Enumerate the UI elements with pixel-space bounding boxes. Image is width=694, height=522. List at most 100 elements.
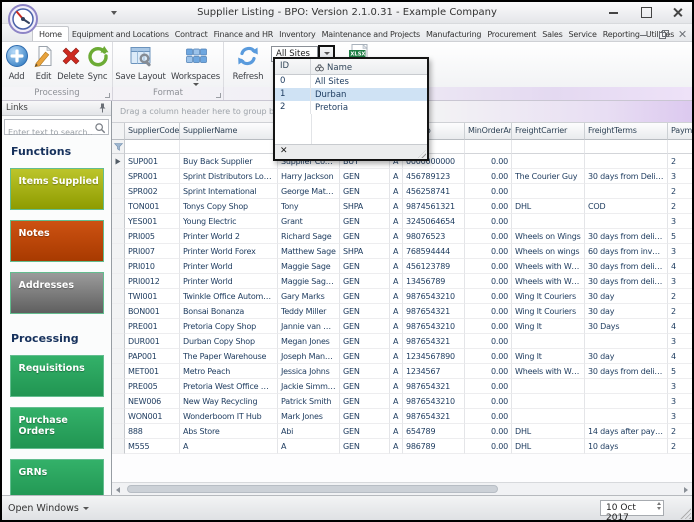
site-option-all-sites[interactable]: 0All Sites [275,75,427,88]
grid-cell: A [390,169,403,184]
site-option-durban[interactable]: 1Durban [275,88,427,101]
table-row[interactable]: DUR001Durban Copy ShopMegan JonesGENA987… [112,334,692,349]
grid-cell: Young Electric [180,214,278,229]
grid-cell: A [390,319,403,334]
column-header-suppliercode[interactable]: SupplierCode [125,123,180,140]
table-row[interactable]: PRE005Pretoria West Office Auto...Jackie… [112,379,692,394]
tab-inventory[interactable]: Inventory [276,27,318,41]
grid-cell: 987654321 [403,334,465,349]
site-option-name: Pretoria [311,101,427,114]
sync-button[interactable]: Sync [84,42,111,87]
column-header-minorderamt[interactable]: MinOrderAmt [465,123,512,140]
row-indicator [112,409,125,424]
table-row[interactable]: YES001Young ElectricGrantGENA32450646540… [112,214,692,229]
grid-cell: Teddy Miller [278,304,340,319]
search-input[interactable] [5,126,108,140]
sidebar-button-notes[interactable]: Notes [10,220,104,262]
tab-reporting[interactable]: Reporting [600,27,643,41]
mdi-restore-icon[interactable] [658,29,668,39]
filter-cell-suppliername[interactable] [180,140,278,154]
tab-manufacturing[interactable]: Manufacturing [423,27,484,41]
popup-name-column-header[interactable]: Name [311,59,427,74]
delete-button[interactable]: Delete [57,42,84,87]
filter-cell-minorderamt[interactable] [465,140,512,154]
table-row[interactable]: TON001Tonys Copy ShopTonySHPAA9874561321… [112,199,692,214]
save-layout-button[interactable]: Save Layout [113,42,168,87]
quick-access-dropdown-icon[interactable] [111,11,117,15]
table-row[interactable]: PRI0012Printer WorldMaggie SaggieGENA134… [112,274,692,289]
titlebar: Supplier Listing - BPO: Version 2.1.0.31… [2,2,692,24]
grid-cell: A [390,244,403,259]
sidebar-button-addresses[interactable]: Addresses [10,272,104,314]
maximize-icon[interactable] [638,5,654,19]
grid-cell: 888 [125,424,180,439]
processing-group-label: Processing [2,87,113,100]
filter-cell-freightterms[interactable] [585,140,668,154]
dialog-launcher-icon[interactable] [105,93,110,98]
site-filter-popup: ID Name 0All Sites1Durban2Pretoria ✕ [273,57,429,161]
resize-grip[interactable] [680,508,691,519]
date-spinner[interactable] [657,502,661,510]
popup-resize-grip[interactable] [418,150,426,158]
table-row[interactable]: PAP001The Paper WarehouseJoseph ManningG… [112,349,692,364]
workspaces-button[interactable]: Workspaces [168,42,223,87]
table-row[interactable]: PRI007Printer World ForexMatthew SageSHP… [112,244,692,259]
scrollbar-thumb[interactable] [127,485,498,493]
grid-cell: Durban Copy Shop [180,334,278,349]
column-header-suppliername[interactable]: SupplierName [180,123,278,140]
table-row[interactable]: SPR002Sprint InternationalGeorge Matthew… [112,184,692,199]
scroll-right-icon[interactable] [684,487,688,493]
filter-cell-freightcarrier[interactable] [512,140,585,154]
table-row[interactable]: TWI001Twinkle Office Automation ...Gary … [112,289,692,304]
sidebar-button-grns[interactable]: GRNs [10,459,104,495]
grid-cell [585,184,668,199]
minimize-icon[interactable] [606,5,622,19]
column-header-paymen[interactable]: Paymen [668,123,692,140]
grid-cell: 10 days [585,439,668,454]
dialog-launcher-icon[interactable] [216,93,221,98]
tab-procurement[interactable]: Procurement [484,27,539,41]
table-row[interactable]: PRE001Pretoria Copy ShopJannie van WykGE… [112,319,692,334]
date-picker[interactable]: 10 Oct 2017 [600,500,664,516]
column-header-freightcarrier[interactable]: FreightCarrier [512,123,585,140]
popup-close-icon[interactable]: ✕ [280,146,288,156]
sidebar-button-items-supplied[interactable]: Items Supplied [10,168,104,210]
sidebar-button-requisitions[interactable]: Requisitions [10,355,104,397]
popup-id-column-header[interactable]: ID [275,59,311,74]
edit-button[interactable]: Edit [30,42,57,87]
site-option-pretoria[interactable]: 2Pretoria [275,101,427,114]
filter-cell-paymen[interactable] [668,140,692,154]
tab-contract[interactable]: Contract [172,27,211,41]
table-row[interactable]: SPR001Sprint Distributors LocalHarry Jac… [112,169,692,184]
open-windows-button[interactable]: Open Windows [8,503,89,514]
add-button[interactable]: Add [3,42,30,87]
popup-header: ID Name [275,59,427,75]
close-icon[interactable] [670,5,686,19]
sidebar-button-purchase-orders[interactable]: Purchase Orders [10,407,104,449]
table-row[interactable]: PRI005Printer World 2Richard SageGENA980… [112,229,692,244]
tab-sales[interactable]: Sales [539,27,565,41]
filter-cell-suppliercode[interactable] [125,140,180,154]
grid-cell: 0.00 [465,289,512,304]
table-row[interactable]: MET001Metro PeachJessica JohnsGENA123456… [112,364,692,379]
tab-equipment-and-locations[interactable]: Equipment and Locations [69,27,172,41]
grid-cell: A [390,214,403,229]
tab-maintenance-and-projects[interactable]: Maintenance and Projects [319,27,423,41]
grid-cell: NEW006 [125,394,180,409]
table-row[interactable]: PRI010Printer WorldMaggie SageGENA456123… [112,259,692,274]
table-row[interactable]: M555AAGENA9867890.00DHL10 days2 [112,439,692,454]
scroll-left-icon[interactable] [116,487,120,493]
grid-cell: Wheels with Wings [512,259,585,274]
mdi-minimize-icon[interactable] [639,29,649,39]
tab-service[interactable]: Service [566,27,600,41]
horizontal-scrollbar[interactable] [112,482,692,495]
table-row[interactable]: 888Abs StoreAbiGENA6547890.00DHL14 days … [112,424,692,439]
mdi-close-icon[interactable] [677,29,687,39]
table-row[interactable]: BON001Bonsai BonanzaTeddy MillerGENA9876… [112,304,692,319]
refresh-button[interactable]: Refresh [225,42,271,82]
column-header-freightterms[interactable]: FreightTerms [585,123,668,140]
tab-finance-and-hr[interactable]: Finance and HR [211,27,277,41]
table-row[interactable]: WON001Wonderboom IT HubMark JonesGENA987… [112,409,692,424]
pin-icon[interactable] [98,103,107,113]
table-row[interactable]: NEW006New Way RecyclingPatrick SmithGENA… [112,394,692,409]
